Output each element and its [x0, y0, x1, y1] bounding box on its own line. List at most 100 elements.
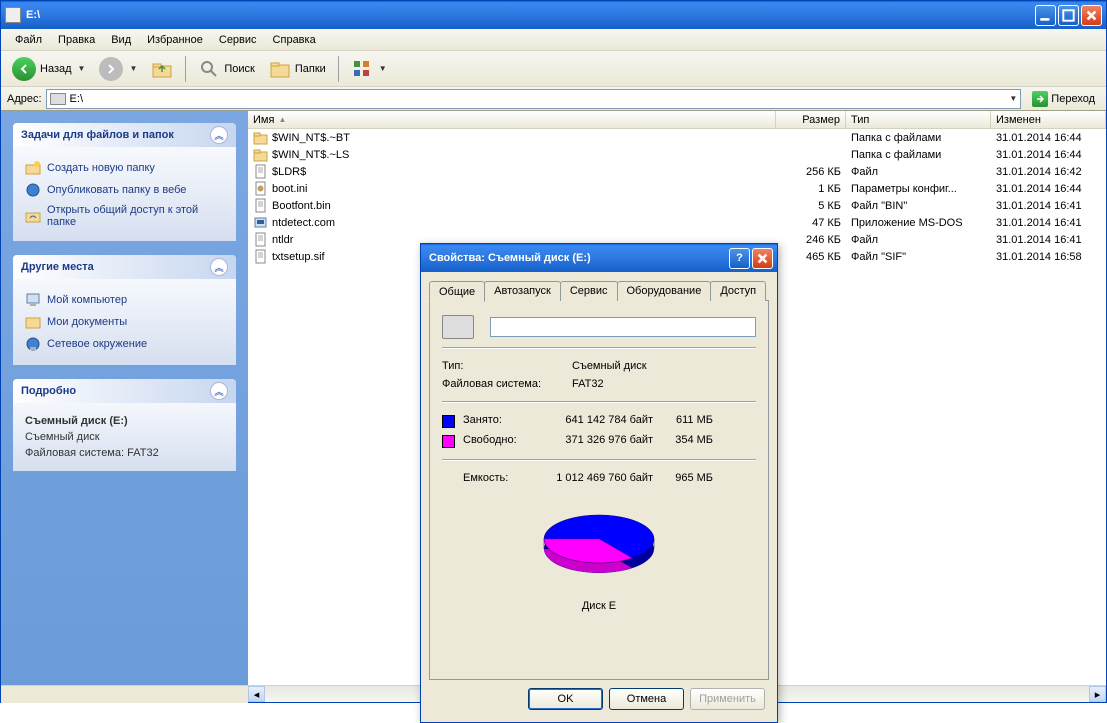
- collapse-icon[interactable]: ︽: [210, 382, 228, 400]
- tab-hardware[interactable]: Оборудование: [617, 281, 712, 301]
- ok-button[interactable]: OK: [528, 688, 603, 710]
- menu-view[interactable]: Вид: [103, 31, 139, 49]
- file-size: 246 КБ: [776, 233, 846, 247]
- menu-edit[interactable]: Правка: [50, 31, 103, 49]
- capacity-bytes: 1 012 469 760 байт: [533, 472, 653, 484]
- address-label: Адрес:: [7, 93, 42, 105]
- task-share[interactable]: Открыть общий доступ к этой папке: [25, 201, 224, 231]
- volume-label-input[interactable]: [490, 317, 756, 337]
- up-button[interactable]: [146, 55, 178, 83]
- tab-content-general: Тип:Съемный диск Файловая система:FAT32 …: [429, 300, 769, 680]
- column-size[interactable]: Размер: [776, 111, 846, 128]
- tasks-sidebar: Задачи для файлов и папок ︽ Создать нову…: [1, 111, 248, 685]
- views-icon: [351, 58, 373, 80]
- places-panel-header[interactable]: Другие места ︽: [13, 255, 236, 279]
- tab-tools[interactable]: Сервис: [560, 281, 618, 301]
- column-name[interactable]: Имя▲: [248, 111, 776, 128]
- tab-general[interactable]: Общие: [429, 281, 485, 302]
- chevron-down-icon: ▼: [379, 64, 387, 73]
- file-row[interactable]: boot.ini1 КБПараметры конфиг...31.01.201…: [248, 180, 1106, 197]
- list-header: Имя▲ Размер Тип Изменен: [248, 111, 1106, 129]
- chevron-down-icon[interactable]: ▼: [1009, 94, 1017, 103]
- place-mycomputer[interactable]: Мой компьютер: [25, 289, 224, 311]
- collapse-icon[interactable]: ︽: [210, 126, 228, 144]
- apply-button[interactable]: Применить: [690, 688, 765, 710]
- addressbar: Адрес: E:\ ▼ Переход: [1, 87, 1106, 111]
- file-type: Папка с файлами: [846, 148, 991, 162]
- scroll-left-button[interactable]: ◂: [248, 686, 265, 702]
- collapse-icon[interactable]: ︽: [210, 258, 228, 276]
- documents-icon: [25, 314, 41, 330]
- file-icon: [253, 130, 268, 145]
- close-button[interactable]: [1081, 5, 1102, 26]
- file-row[interactable]: $LDR$256 КБФайл31.01.2014 16:42: [248, 163, 1106, 180]
- file-row[interactable]: Bootfont.bin5 КБФайл "BIN"31.01.2014 16:…: [248, 197, 1106, 214]
- dialog-title: Свойства: Съемный диск (E:): [425, 252, 729, 264]
- menu-favorites[interactable]: Избранное: [139, 31, 211, 49]
- forward-button[interactable]: ▼: [94, 54, 142, 84]
- folders-button[interactable]: Папки: [264, 55, 331, 83]
- drive-icon: [50, 93, 66, 105]
- file-name: ntldr: [272, 234, 293, 246]
- used-mb: 611 МБ: [653, 414, 713, 428]
- free-bytes: 371 326 976 байт: [533, 434, 653, 448]
- address-value: E:\: [70, 93, 83, 105]
- views-button[interactable]: ▼: [346, 55, 392, 83]
- column-date[interactable]: Изменен: [991, 111, 1106, 128]
- type-label: Тип:: [442, 360, 572, 372]
- file-icon: [253, 215, 268, 230]
- maximize-button[interactable]: [1058, 5, 1079, 26]
- cancel-button[interactable]: Отмена: [609, 688, 684, 710]
- tab-sharing[interactable]: Доступ: [710, 281, 766, 301]
- task-publish[interactable]: Опубликовать папку в вебе: [25, 179, 224, 201]
- tab-autoplay[interactable]: Автозапуск: [484, 281, 561, 301]
- address-input[interactable]: E:\ ▼: [46, 89, 1022, 109]
- dialog-close-button[interactable]: [752, 248, 773, 269]
- pie-label: Диск E: [442, 600, 756, 612]
- tasks-panel-header[interactable]: Задачи для файлов и папок ︽: [13, 123, 236, 147]
- column-type[interactable]: Тип: [846, 111, 991, 128]
- file-date: 31.01.2014 16:44: [991, 148, 1106, 162]
- file-row[interactable]: $WIN_NT$.~BT Папка с файлами31.01.2014 16…: [248, 129, 1106, 146]
- file-row[interactable]: $WIN_NT$.~LS Папка с файлами31.01.2014 16…: [248, 146, 1106, 163]
- file-name: $WIN_NT$.~BT: [272, 132, 350, 144]
- menu-file[interactable]: Файл: [7, 31, 50, 49]
- dialog-titlebar[interactable]: Свойства: Съемный диск (E:) ?: [421, 244, 777, 272]
- back-button[interactable]: Назад ▼: [7, 54, 90, 84]
- file-type: Файл "BIN": [846, 199, 991, 213]
- search-button[interactable]: Поиск: [193, 55, 259, 83]
- toolbar: Назад ▼ ▼ Поиск Папки ▼: [1, 51, 1106, 87]
- go-button[interactable]: Переход: [1027, 89, 1100, 109]
- place-mydocs[interactable]: Мои документы: [25, 311, 224, 333]
- menu-tools[interactable]: Сервис: [211, 31, 265, 49]
- scroll-right-button[interactable]: ▸: [1089, 686, 1106, 702]
- titlebar[interactable]: E:\: [1, 1, 1106, 29]
- menu-help[interactable]: Справка: [265, 31, 324, 49]
- computer-icon: [25, 292, 41, 308]
- file-name: ntdetect.com: [272, 217, 335, 229]
- window-title: E:\: [26, 9, 1035, 21]
- file-row[interactable]: ntdetect.com47 КБПриложение MS-DOS31.01.…: [248, 214, 1106, 231]
- search-icon: [198, 58, 220, 80]
- minimize-button[interactable]: [1035, 5, 1056, 26]
- file-date: 31.01.2014 16:41: [991, 199, 1106, 213]
- file-name: $WIN_NT$.~LS: [272, 149, 349, 161]
- places-panel: Другие места ︽ Мой компьютер Мои докумен…: [13, 255, 236, 365]
- file-name: boot.ini: [272, 183, 307, 195]
- file-icon: [253, 147, 268, 162]
- file-type: Файл: [846, 233, 991, 247]
- file-icon: [253, 232, 268, 247]
- details-panel-header[interactable]: Подробно ︽: [13, 379, 236, 403]
- file-date: 31.01.2014 16:44: [991, 131, 1106, 145]
- file-type: Папка с файлами: [846, 131, 991, 145]
- sort-asc-icon: ▲: [278, 115, 286, 124]
- free-label: Свободно:: [463, 434, 533, 448]
- free-swatch: [442, 435, 455, 448]
- place-network[interactable]: Сетевое окружение: [25, 333, 224, 355]
- help-button[interactable]: ?: [729, 248, 750, 269]
- file-type: Файл "SIF": [846, 250, 991, 264]
- folder-up-icon: [151, 58, 173, 80]
- task-new-folder[interactable]: Создать новую папку: [25, 157, 224, 179]
- dialog-tabs: Общие Автозапуск Сервис Оборудование Дос…: [429, 281, 769, 301]
- file-date: 31.01.2014 16:58: [991, 250, 1106, 264]
